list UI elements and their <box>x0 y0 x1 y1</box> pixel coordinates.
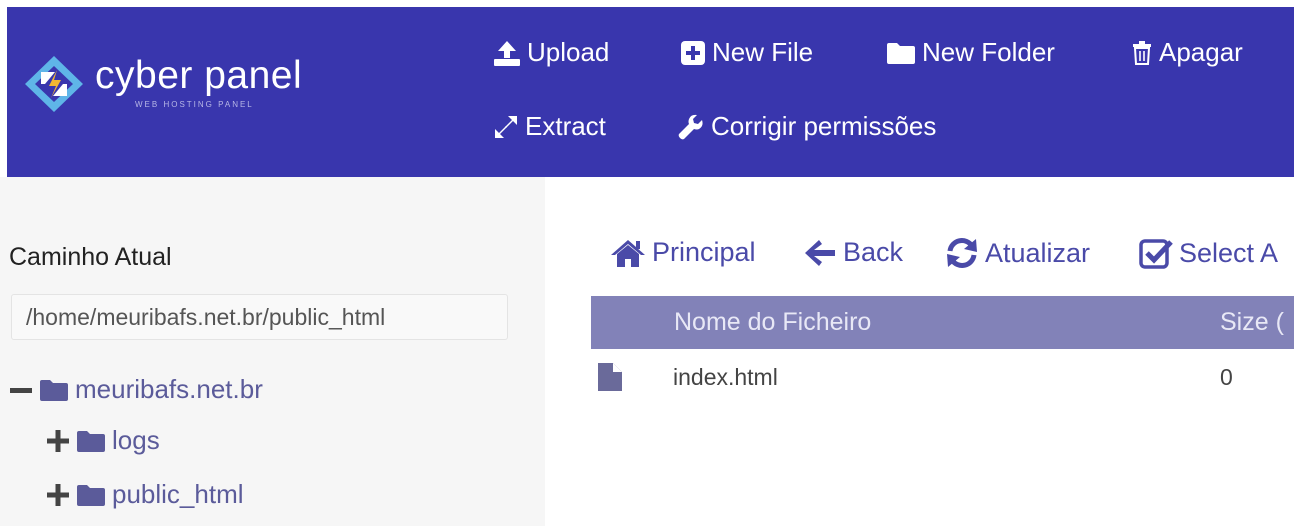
folder-icon <box>77 484 105 506</box>
folder-icon <box>77 430 105 452</box>
plus-icon[interactable] <box>46 429 70 453</box>
upload-icon <box>494 40 520 66</box>
plus-icon[interactable] <box>46 483 70 507</box>
file-icon <box>598 363 622 391</box>
new-folder-label: New Folder <box>922 37 1055 67</box>
column-header-name[interactable]: Nome do Ficheiro <box>674 308 871 337</box>
cyberpanel-logo[interactable]: cyber panel WEB HOSTING PANEL <box>21 52 302 116</box>
top-header: cyber panel WEB HOSTING PANEL Upload New… <box>7 7 1294 177</box>
brand-tagline: WEB HOSTING PANEL <box>135 100 254 109</box>
upload-button[interactable]: Upload <box>493 37 609 68</box>
arrow-left-icon <box>805 239 835 266</box>
brand-name: cyber panel <box>95 54 303 97</box>
extract-button[interactable]: Extract <box>493 111 606 142</box>
file-size: 0 <box>1220 364 1233 390</box>
new-file-button[interactable]: New File <box>680 37 813 68</box>
current-path-field[interactable]: /home/meuribafs.net.br/public_html <box>11 294 508 340</box>
tree-item-label: meuribafs.net.br <box>75 374 263 404</box>
back-label: Back <box>843 237 904 267</box>
tree-item-logs[interactable]: logs <box>46 425 160 456</box>
refresh-label: Atualizar <box>985 237 1091 268</box>
refresh-icon <box>947 238 977 268</box>
check-square-icon <box>1139 239 1173 269</box>
fix-permissions-button[interactable]: Corrigir permissões <box>677 111 936 142</box>
tree-item-label: public_html <box>112 479 244 509</box>
select-all-button[interactable]: Select A <box>1139 237 1278 269</box>
back-button[interactable]: Back <box>803 237 903 268</box>
cyberpanel-logo-icon <box>25 56 83 112</box>
refresh-button[interactable]: Atualizar <box>945 237 1090 269</box>
upload-label: Upload <box>527 37 610 67</box>
file-table-header: Nome do Ficheiro Size ( <box>591 296 1294 349</box>
home-button[interactable]: Principal <box>610 237 756 268</box>
delete-label: Apagar <box>1159 37 1243 67</box>
delete-button[interactable]: Apagar <box>1131 37 1243 68</box>
current-path-label: Caminho Atual <box>9 243 172 271</box>
column-header-size[interactable]: Size ( <box>1220 308 1284 337</box>
new-folder-button[interactable]: New Folder <box>886 37 1055 68</box>
tree-item-label: logs <box>112 425 160 455</box>
select-all-label: Select A <box>1179 237 1279 268</box>
tree-item-public-html[interactable]: public_html <box>46 479 244 510</box>
fix-permissions-label: Corrigir permissões <box>711 111 937 141</box>
home-label: Principal <box>652 237 756 267</box>
tree-item-root[interactable]: meuribafs.net.br <box>9 374 263 405</box>
file-name[interactable]: index.html <box>673 364 778 391</box>
home-icon <box>611 239 645 267</box>
folder-icon <box>887 42 915 64</box>
new-file-label: New File <box>712 37 814 67</box>
wrench-icon <box>678 114 703 139</box>
sidebar <box>0 177 545 526</box>
folder-icon <box>40 379 68 401</box>
extract-label: Extract <box>525 111 606 141</box>
expand-arrows-icon <box>495 115 517 138</box>
table-row[interactable]: index.html 0 <box>591 352 1294 402</box>
minus-icon[interactable] <box>9 378 33 402</box>
trash-icon <box>1133 40 1151 65</box>
plus-square-icon <box>681 40 705 65</box>
